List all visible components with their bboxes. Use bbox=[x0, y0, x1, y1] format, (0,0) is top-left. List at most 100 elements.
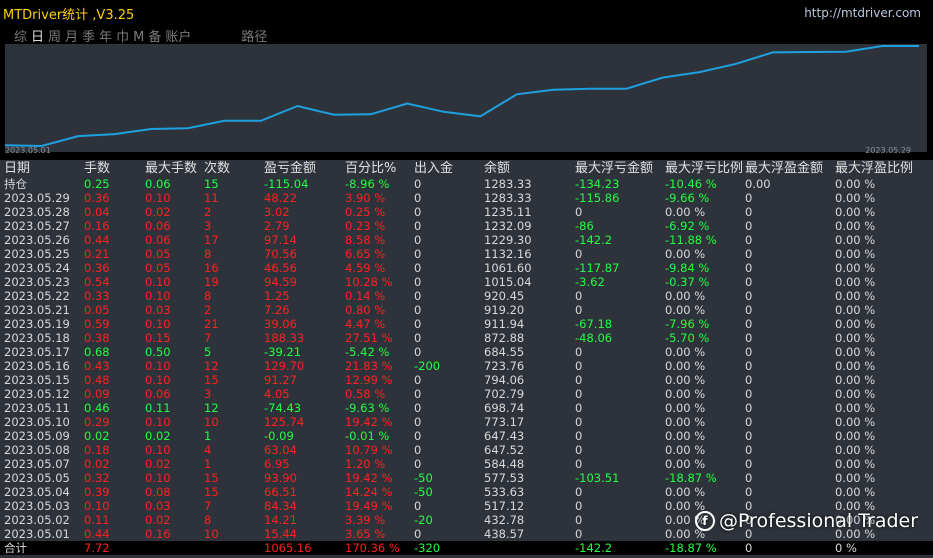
cell-pct: 3.65 % bbox=[345, 527, 386, 541]
column-header: 百分比% bbox=[345, 161, 397, 176]
cell-count: 21 bbox=[204, 317, 219, 331]
cell-lots: 0.02 bbox=[84, 429, 110, 443]
cell-pnl: 70.56 bbox=[264, 247, 297, 261]
tab-1[interactable]: 日 bbox=[31, 26, 44, 45]
tab-5[interactable]: 年 bbox=[99, 26, 112, 45]
cell-maxlots: 0.02 bbox=[145, 205, 171, 219]
cell-pct: 19.42 % bbox=[345, 471, 393, 485]
cell-bal: 1232.09 bbox=[484, 219, 532, 233]
cell-pnl: -74.43 bbox=[264, 401, 302, 415]
cell-fp: 0 bbox=[745, 275, 753, 289]
tab-7[interactable]: M bbox=[133, 30, 144, 45]
tab-9[interactable]: 账户 bbox=[165, 26, 191, 45]
cell-date: 2023.05.11 bbox=[4, 401, 70, 415]
column-header: 最大浮亏比例 bbox=[665, 161, 744, 176]
cell-date: 合计 bbox=[4, 541, 27, 555]
cell-fpp: 0.00 % bbox=[835, 275, 876, 289]
column-header: 最大手数 bbox=[145, 161, 198, 176]
column-header: 手数 bbox=[84, 161, 111, 176]
cell-pct: 10.79 % bbox=[345, 443, 393, 457]
cell-fp: 0 bbox=[745, 247, 753, 261]
tab-6[interactable]: 巾 bbox=[116, 26, 129, 45]
cell-io: 0 bbox=[414, 191, 422, 205]
cell-io: 0 bbox=[414, 499, 422, 513]
cell-bal: 920.45 bbox=[484, 289, 525, 303]
cell-count: 2 bbox=[204, 303, 212, 317]
cell-maxlots: 0.10 bbox=[145, 373, 171, 387]
cell-fp: 0 bbox=[745, 485, 753, 499]
cell-lots: 0.29 bbox=[84, 415, 110, 429]
website-link[interactable]: http://mtdriver.com bbox=[804, 6, 921, 20]
cell-fpp: 0.00 % bbox=[835, 345, 876, 359]
cell-fp: 0 bbox=[745, 219, 753, 233]
cell-pnl: 91.27 bbox=[264, 373, 297, 387]
cell-io: 0 bbox=[414, 457, 422, 471]
tab-path[interactable]: 路径 bbox=[241, 26, 267, 45]
table-row: 2023.05.08 0.18 0.10 4 63.04 10.79 % 0 647.52 0 0… bbox=[0, 443, 933, 457]
cell-bal: 584.48 bbox=[484, 457, 525, 471]
cell-fl: -134.23 bbox=[575, 177, 620, 191]
cell-bal: 438.57 bbox=[484, 527, 525, 541]
cell-fl: 0 bbox=[575, 429, 583, 443]
cell-pnl: 1065.16 bbox=[264, 541, 312, 555]
cell-flp: 0.00 % bbox=[665, 415, 706, 429]
cell-fl: 0 bbox=[575, 289, 583, 303]
cell-bal: 432.78 bbox=[484, 513, 525, 527]
cell-fpp: 0.00 % bbox=[835, 401, 876, 415]
cell-pct: 10.28 % bbox=[345, 275, 393, 289]
cell-flp: 0.00 % bbox=[665, 485, 706, 499]
cell-fl: 0 bbox=[575, 401, 583, 415]
cell-pnl: 4.05 bbox=[264, 387, 290, 401]
cell-count: 10 bbox=[204, 527, 219, 541]
cell-lots: 0.46 bbox=[84, 401, 110, 415]
cell-count: 1 bbox=[204, 457, 212, 471]
cell-maxlots: 0.02 bbox=[145, 457, 171, 471]
cell-count: 15 bbox=[204, 177, 219, 191]
tab-4[interactable]: 季 bbox=[82, 26, 95, 45]
cell-count: 8 bbox=[204, 513, 212, 527]
cell-fl: 0 bbox=[575, 443, 583, 457]
cell-fp: 0 bbox=[745, 359, 753, 373]
cell-fpp: 0.00 % bbox=[835, 415, 876, 429]
cell-bal: 1283.33 bbox=[484, 191, 532, 205]
cell-fpp: 0.00 % bbox=[835, 289, 876, 303]
cell-bal: 702.79 bbox=[484, 387, 525, 401]
cell-pct: 21.83 % bbox=[345, 359, 393, 373]
tab-2[interactable]: 周 bbox=[48, 26, 61, 45]
cell-bal: 723.76 bbox=[484, 359, 525, 373]
cell-flp: 0.00 % bbox=[665, 401, 706, 415]
cell-pct: 0.23 % bbox=[345, 219, 386, 233]
cell-pct: -5.42 % bbox=[345, 345, 390, 359]
cell-lots: 0.68 bbox=[84, 345, 110, 359]
cell-fpp: 0.00 % bbox=[835, 443, 876, 457]
cell-flp: -7.96 % bbox=[665, 317, 710, 331]
cell-flp: 0.00 % bbox=[665, 387, 706, 401]
chart-start-date: 2023.05.01 bbox=[5, 146, 51, 155]
period-tabs: 综日周月季年巾 M 备账户 路径 bbox=[14, 26, 271, 45]
stats-table: 日期 手数 最大手数 次数 盈亏金额 百分比% 出入金 余额 最大浮亏金额 最大浮亏比例 最大浮盈金… bbox=[0, 160, 933, 558]
cell-lots: 0.43 bbox=[84, 359, 110, 373]
column-header: 最大浮亏金额 bbox=[575, 161, 654, 176]
cell-fpp: 0.00 % bbox=[835, 303, 876, 317]
cell-io: 0 bbox=[414, 401, 422, 415]
cell-pct: -8.96 % bbox=[345, 177, 390, 191]
cell-fp: 0 bbox=[745, 541, 753, 555]
cell-bal: 647.43 bbox=[484, 429, 525, 443]
tab-8[interactable]: 备 bbox=[148, 26, 161, 45]
cell-io: 0 bbox=[414, 261, 422, 275]
cell-lots: 0.59 bbox=[84, 317, 110, 331]
cell-pnl: 94.59 bbox=[264, 275, 297, 289]
tab-0[interactable]: 综 bbox=[14, 26, 27, 45]
cell-pct: 3.90 % bbox=[345, 191, 386, 205]
cell-lots: 0.36 bbox=[84, 191, 110, 205]
cell-count: 7 bbox=[204, 499, 212, 513]
table-row: 2023.05.07 0.02 0.02 1 6.95 1.20 % 0 584.48 0 0.0… bbox=[0, 457, 933, 471]
cell-pct: 19.49 % bbox=[345, 499, 393, 513]
cell-pct: 3.39 % bbox=[345, 513, 386, 527]
cell-fl: -117.87 bbox=[575, 261, 620, 275]
watermark: f @Professional Trader bbox=[695, 510, 918, 532]
cell-pnl: -39.21 bbox=[264, 345, 302, 359]
tab-3[interactable]: 月 bbox=[65, 26, 78, 45]
cell-pct: 1.20 % bbox=[345, 457, 386, 471]
cell-date: 2023.05.05 bbox=[4, 471, 70, 485]
